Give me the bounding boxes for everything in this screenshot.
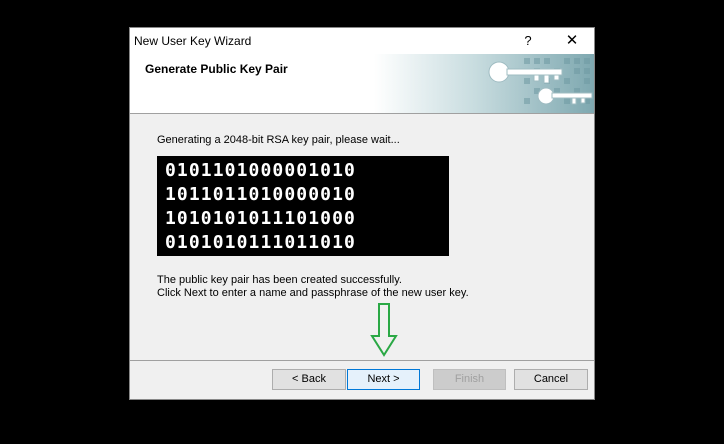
- finish-button[interactable]: Finish: [433, 369, 506, 390]
- cancel-button[interactable]: Cancel: [514, 369, 588, 390]
- binary-line: 1011011010000010: [165, 184, 356, 205]
- window-title: New User Key Wizard: [134, 34, 252, 48]
- result-message: The public key pair has been created suc…: [157, 274, 469, 300]
- keys-banner-icon: [374, 54, 594, 113]
- button-separator: [130, 360, 594, 361]
- back-button[interactable]: < Back: [272, 369, 346, 390]
- key-generation-display: 0101101000001010 1011011010000010 101010…: [157, 156, 449, 256]
- page-title: Generate Public Key Pair: [145, 62, 288, 76]
- help-button[interactable]: ?: [518, 31, 538, 51]
- binary-line: 1010101011101000: [165, 208, 356, 229]
- title-bar: New User Key Wizard ? ✕: [130, 28, 594, 54]
- message-line-2: Click Next to enter a name and passphras…: [157, 287, 469, 299]
- wizard-header: Generate Public Key Pair: [130, 54, 594, 114]
- close-button[interactable]: ✕: [560, 30, 584, 52]
- message-line-1: The public key pair has been created suc…: [157, 274, 402, 286]
- binary-line: 0101010111011010: [165, 232, 356, 253]
- down-arrow-icon: [370, 303, 398, 357]
- next-button[interactable]: Next >: [347, 369, 420, 390]
- wizard-window: New User Key Wizard ? ✕ Generate Public …: [129, 27, 595, 400]
- wizard-content: Generating a 2048-bit RSA key pair, plea…: [130, 114, 594, 360]
- binary-line: 0101101000001010: [165, 160, 356, 181]
- status-text: Generating a 2048-bit RSA key pair, plea…: [157, 134, 400, 146]
